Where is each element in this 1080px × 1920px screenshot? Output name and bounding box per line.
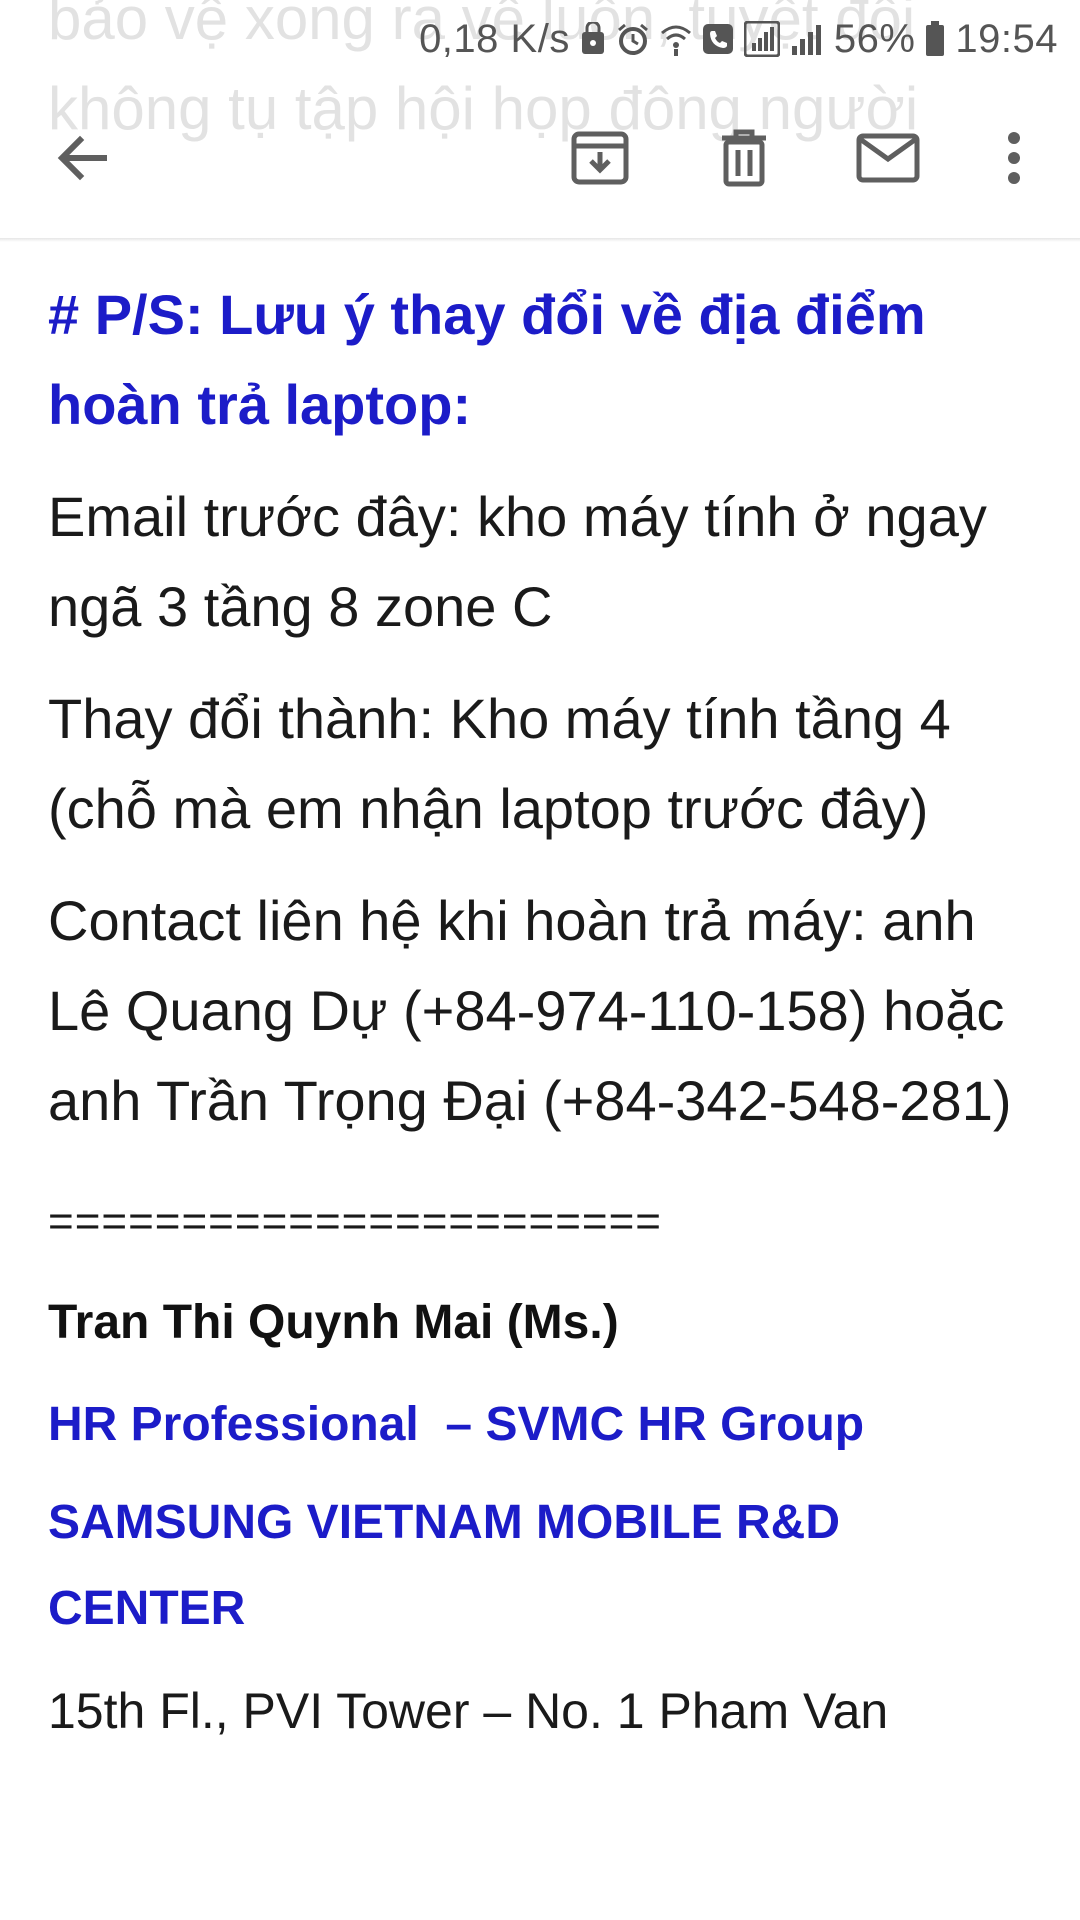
- security-app-icon: [580, 22, 606, 56]
- signature-company: SAMSUNG VIETNAM MOBILE R&D CENTER: [48, 1496, 840, 1635]
- trash-icon: [718, 128, 770, 193]
- network-speed: 0,18 K/s: [419, 16, 570, 61]
- mark-unread-button[interactable]: [844, 116, 932, 204]
- battery-percent: 56%: [833, 16, 916, 61]
- back-button[interactable]: [38, 116, 126, 204]
- status-bar: 0,18 K/s 56% 19:54: [419, 0, 1058, 78]
- email-toolbar: [0, 78, 1080, 238]
- email-view-screen: bảo vệ xong ra về luôn, tuyệt đối không …: [0, 0, 1080, 1920]
- email-body: # P/S: Lưu ý thay đổi về địa điểm hoàn t…: [48, 270, 1048, 1746]
- arrow-left-icon: [54, 130, 110, 191]
- clock: 19:54: [955, 16, 1058, 61]
- signature-title: HR Professional – SVMC HR Group: [48, 1398, 865, 1451]
- signature-name: Tran Thi Quynh Mai (Ms.): [48, 1296, 619, 1349]
- archive-button[interactable]: [556, 116, 644, 204]
- contact-text: Contact liên hệ khi hoàn trả máy: anh Lê…: [48, 889, 1012, 1132]
- alarm-icon: [616, 22, 650, 56]
- ps-heading: # P/S: Lưu ý thay đổi về địa điểm hoàn t…: [48, 283, 926, 436]
- delete-button[interactable]: [700, 116, 788, 204]
- signal-sim2-icon: [790, 22, 824, 56]
- signature-separator: =======================: [48, 1197, 662, 1246]
- archive-icon: [570, 128, 630, 193]
- more-options-button[interactable]: [970, 116, 1058, 204]
- wifi-calling-icon: [660, 21, 692, 57]
- signature-address: 15th Fl., PVI Tower – No. 1 Pham Van: [48, 1683, 889, 1739]
- phone-call-icon: [702, 23, 734, 55]
- new-location-text: Thay đổi thành: Kho máy tính tầng 4 (chỗ…: [48, 687, 951, 840]
- envelope-icon: [856, 133, 920, 188]
- signal-sim1-icon: [743, 21, 780, 57]
- toolbar-divider: [0, 238, 1080, 242]
- previous-location-text: Email trước đây: kho máy tính ở ngay ngã…: [48, 485, 987, 638]
- battery-icon: [925, 21, 945, 57]
- more-vertical-icon: [1006, 130, 1022, 191]
